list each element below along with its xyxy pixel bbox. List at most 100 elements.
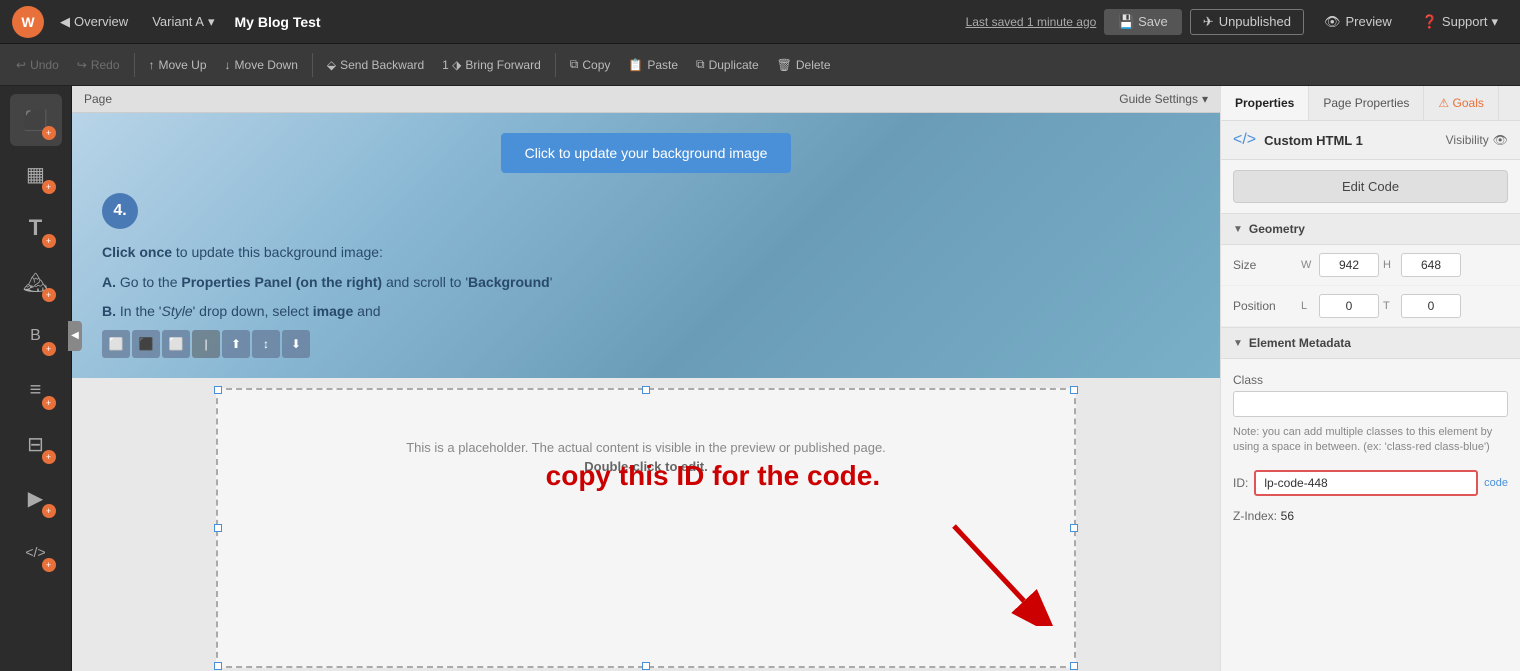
- bring-forward-button[interactable]: 1 ⬗ Bring Forward: [434, 54, 549, 76]
- sidebar-icon-text[interactable]: T +: [10, 202, 62, 254]
- tab-goals[interactable]: ⚠ Goals: [1424, 86, 1498, 120]
- logo[interactable]: W: [12, 6, 44, 38]
- ctrl-align-center[interactable]: ⬛: [132, 330, 160, 358]
- id-value-box[interactable]: lp-code-448: [1254, 470, 1478, 496]
- banner-button[interactable]: Click to update your background image: [501, 133, 792, 173]
- tab-page-properties[interactable]: Page Properties: [1309, 86, 1424, 120]
- position-label: Position: [1233, 299, 1293, 313]
- ctrl-align-left[interactable]: ⬜: [102, 330, 130, 358]
- height-input[interactable]: [1401, 253, 1461, 277]
- guide-settings-btn[interactable]: Guide Settings ▾: [1119, 92, 1208, 106]
- support-button[interactable]: ❓ Support ▾: [1412, 9, 1508, 35]
- sidebar-icon-button[interactable]: B +: [10, 310, 62, 362]
- button-badge: +: [42, 342, 56, 356]
- sidebar-icon-image[interactable]: 🏔 +: [10, 256, 62, 308]
- move-up-button[interactable]: ↑ Move Up: [141, 54, 215, 76]
- rows-icon: ⊟: [27, 432, 44, 457]
- duplicate-button[interactable]: ⧉ Duplicate: [688, 53, 767, 76]
- preview-button[interactable]: 👁 Preview: [1312, 9, 1404, 35]
- height-label: H: [1383, 259, 1397, 271]
- handle-tl[interactable]: [214, 386, 222, 394]
- ctrl-separator: |: [192, 330, 220, 358]
- geometry-chevron: ▼: [1233, 224, 1243, 235]
- prop-header-left: </> Custom HTML 1: [1233, 131, 1363, 149]
- canvas-scroll[interactable]: Click to update your background image 4.…: [72, 113, 1220, 671]
- list-badge: +: [42, 396, 56, 410]
- delete-button[interactable]: 🗑 Delete: [769, 54, 839, 76]
- ctrl-top[interactable]: ⬆: [222, 330, 250, 358]
- background-ref: Background: [468, 274, 550, 290]
- meta-section: Class Note: you can add multiple classes…: [1221, 359, 1520, 537]
- ctrl-bottom[interactable]: ⬇: [282, 330, 310, 358]
- sidebar-icon-block[interactable]: ▦ +: [10, 148, 62, 200]
- class-label: Class: [1233, 373, 1508, 387]
- metadata-section-header[interactable]: ▼ Element Metadata: [1221, 327, 1520, 359]
- top-navbar: W ◀ Overview Variant A ▾ My Blog Test La…: [0, 0, 1520, 44]
- blue-banner[interactable]: Click to update your background image 4.…: [72, 113, 1220, 378]
- ctrl-align-right[interactable]: ⬜: [162, 330, 190, 358]
- tab-properties[interactable]: Properties: [1221, 86, 1309, 120]
- width-input[interactable]: [1319, 253, 1379, 277]
- class-note: Note: you can add multiple classes to th…: [1221, 423, 1520, 464]
- click-once-label: Click once: [102, 244, 172, 260]
- metadata-title: Element Metadata: [1249, 336, 1351, 350]
- unpublished-button[interactable]: ✈ Unpublished: [1190, 9, 1304, 35]
- move-down-button[interactable]: ↓ Move Down: [217, 54, 306, 76]
- position-row: Position L T: [1221, 286, 1520, 327]
- right-panel: Properties Page Properties ⚠ Goals </> C…: [1220, 86, 1520, 671]
- geometry-title: Geometry: [1249, 222, 1305, 236]
- overview-btn[interactable]: ◀ Overview: [52, 10, 136, 34]
- save-button[interactable]: 💾 Save: [1104, 9, 1181, 35]
- rows-badge: +: [42, 450, 56, 464]
- html-placeholder[interactable]: This is a placeholder. The actual conten…: [216, 388, 1076, 668]
- size-input-group: W H: [1301, 253, 1508, 277]
- handle-tr[interactable]: [1070, 386, 1078, 394]
- handle-bl[interactable]: [214, 662, 222, 670]
- geometry-section-header[interactable]: ▼ Geometry: [1221, 213, 1520, 245]
- class-input[interactable]: [1233, 391, 1508, 417]
- pos-t-input[interactable]: [1401, 294, 1461, 318]
- pos-l-input[interactable]: [1319, 294, 1379, 318]
- paste-button[interactable]: 📋 Paste: [620, 54, 686, 76]
- zindex-value: 56: [1281, 509, 1294, 523]
- size-label: Size: [1233, 258, 1293, 272]
- block-badge: +: [42, 180, 56, 194]
- width-label: W: [1301, 259, 1315, 271]
- redo-button[interactable]: ↪ Redo: [69, 54, 128, 76]
- handle-ml[interactable]: [214, 524, 222, 532]
- red-annotation: copy this ID for the code.: [546, 460, 880, 492]
- ctrl-middle[interactable]: ↕: [252, 330, 280, 358]
- handle-bc[interactable]: [642, 662, 650, 670]
- sidebar-icon-video[interactable]: ▶ +: [10, 472, 62, 524]
- class-row: Class: [1221, 367, 1520, 423]
- undo-button[interactable]: ↩ Undo: [8, 54, 67, 76]
- divider2: [312, 53, 313, 77]
- pos-t-label: T: [1383, 300, 1397, 312]
- instruction-a-label: A.: [102, 274, 116, 290]
- visibility-label[interactable]: Visibility 👁: [1446, 133, 1508, 147]
- page-tab[interactable]: Page: [84, 92, 112, 106]
- sidebar-icon-list[interactable]: ≡ +: [10, 364, 62, 416]
- element-controls: ⬜ ⬛ ⬜ | ⬆ ↕ ⬇: [102, 330, 1190, 358]
- zindex-row: Z-Index: 56: [1221, 502, 1520, 529]
- sidebar-icon-rows[interactable]: ⊟ +: [10, 418, 62, 470]
- eye-icon: 👁: [1493, 133, 1508, 147]
- text-badge: +: [42, 234, 56, 248]
- metadata-chevron: ▼: [1233, 338, 1243, 349]
- handle-tc[interactable]: [642, 386, 650, 394]
- copy-id-button[interactable]: code: [1484, 477, 1508, 489]
- sidebar-icon-section[interactable]: ⬛ +: [10, 94, 62, 146]
- handle-mr[interactable]: [1070, 524, 1078, 532]
- last-saved[interactable]: Last saved 1 minute ago: [966, 15, 1097, 29]
- text-icon: T: [29, 215, 42, 241]
- image-ref: image: [313, 303, 353, 319]
- canvas-area[interactable]: Click to update your background image 4.…: [72, 113, 1220, 671]
- collapse-arrow[interactable]: ◀: [68, 321, 82, 351]
- handle-br[interactable]: [1070, 662, 1078, 670]
- copy-button[interactable]: ⧉ Copy: [562, 53, 619, 76]
- red-arrow: [934, 506, 1054, 626]
- variant-btn[interactable]: Variant A ▾: [144, 10, 222, 34]
- send-backward-button[interactable]: ⬙ Send Backward: [319, 54, 432, 76]
- edit-code-button[interactable]: Edit Code: [1233, 170, 1508, 203]
- sidebar-icon-code[interactable]: </> +: [10, 526, 62, 578]
